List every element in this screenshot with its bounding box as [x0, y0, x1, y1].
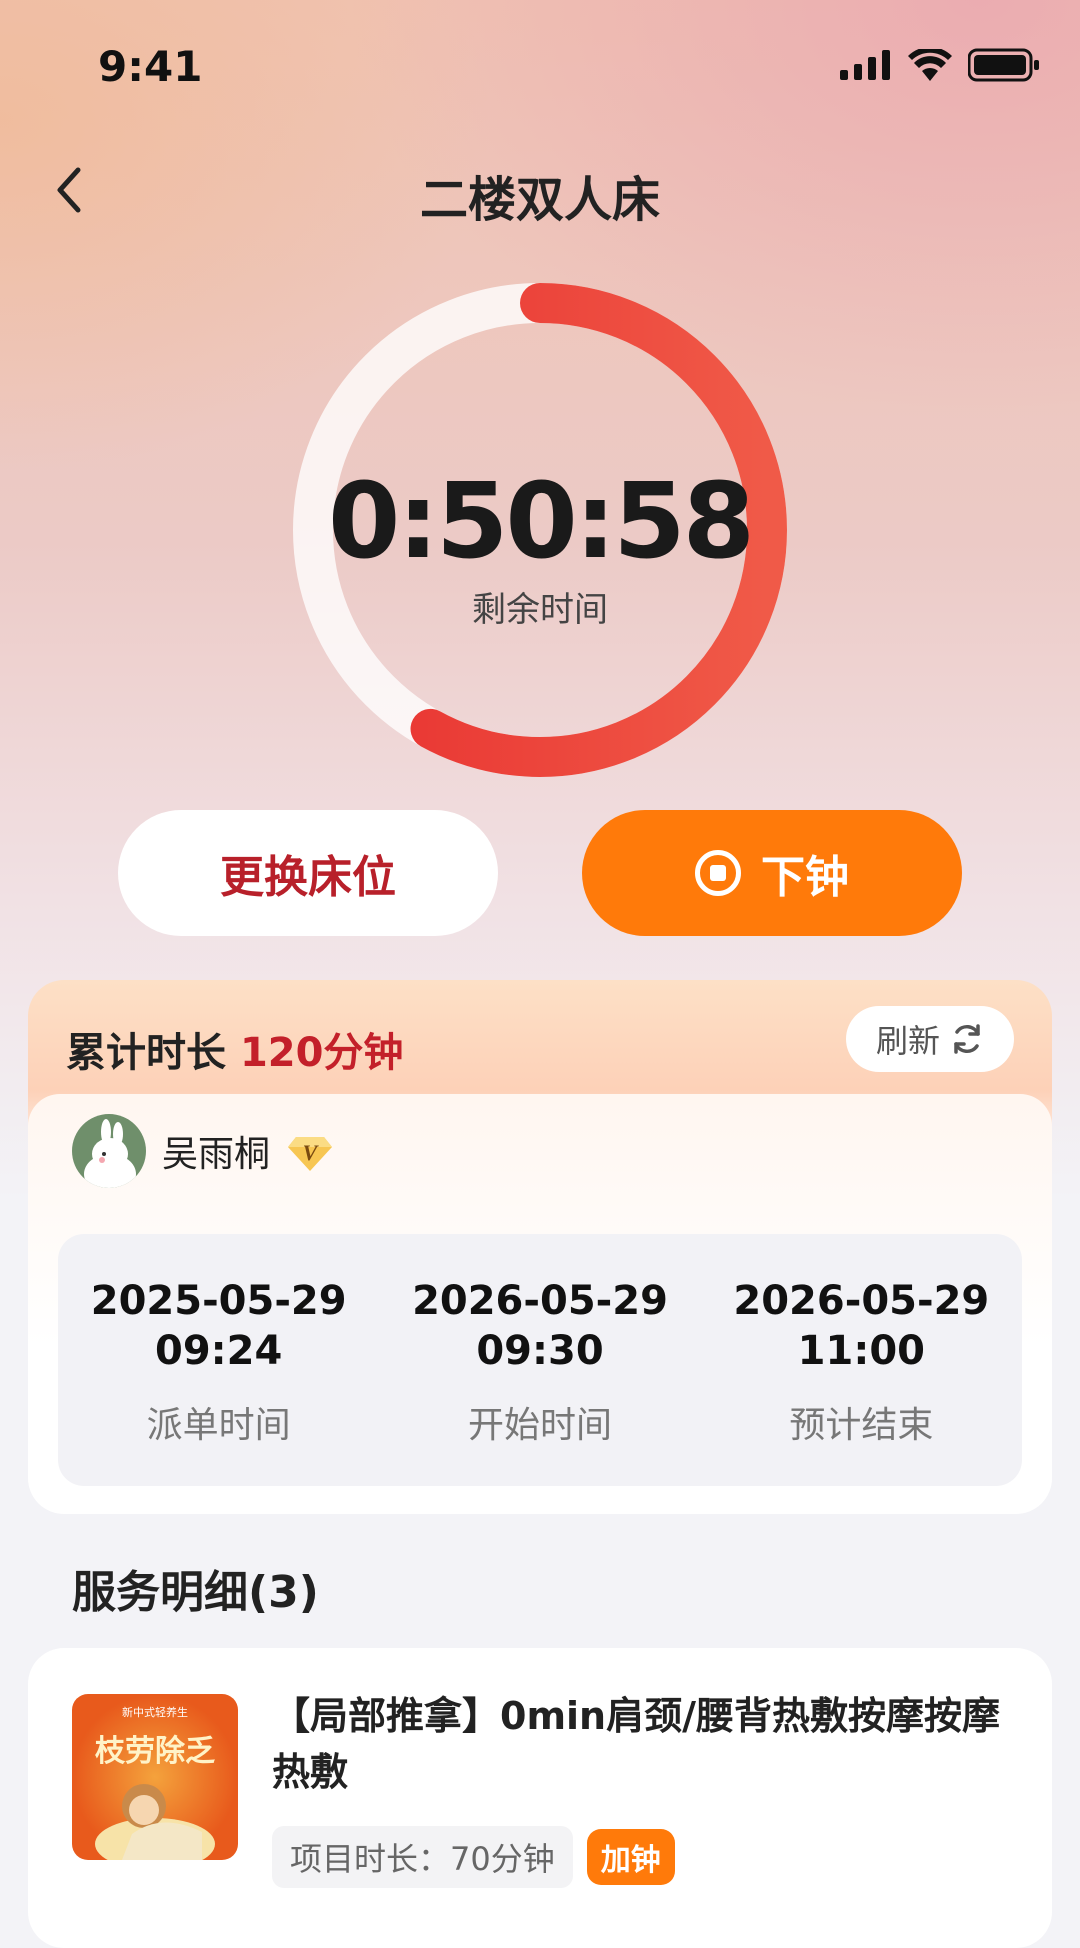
service-duration: 项目时长：70分钟	[272, 1826, 573, 1888]
customer-name: 吴雨桐	[162, 1134, 271, 1175]
change-bed-label: 更换床位	[220, 852, 396, 903]
time-dispatch: 2025-05-29 09:24 派单时间	[58, 1234, 379, 1486]
summary-body: 吴雨桐 V 2025-05-29 09:24 派单时间 2026-05-29 0…	[28, 1094, 1052, 1514]
service-thumbnail: 新中式轻养生 枝劳除乏	[72, 1694, 238, 1860]
service-meta: 项目时长：70分钟 加钟	[272, 1826, 675, 1888]
avatar	[72, 1114, 146, 1188]
time-grid: 2025-05-29 09:24 派单时间 2026-05-29 09:30 开…	[58, 1234, 1022, 1486]
time-end: 2026-05-29 11:00 预计结束	[701, 1234, 1022, 1486]
status-time: 9:41	[98, 42, 203, 91]
session-summary-card: 累计时长 120分钟 刷新 吴雨桐 V 2025-05-29 09:24 派单时…	[28, 980, 1052, 1514]
battery-icon	[968, 48, 1039, 82]
dispatch-time: 09:24	[155, 1328, 283, 1374]
service-title: 【局部推拿】0min肩颈/腰背热敷按摩按摩热敷	[272, 1694, 1000, 1794]
end-time: 11:00	[797, 1328, 925, 1374]
page-title: 二楼双人床	[419, 172, 660, 228]
status-icons	[840, 48, 1040, 82]
customer-info: 吴雨桐 V	[72, 1114, 334, 1188]
signal-icon	[840, 50, 890, 80]
stop-icon	[695, 850, 741, 896]
vip-badge-icon: V	[288, 1137, 333, 1171]
end-label: 预计结束	[789, 1405, 934, 1446]
total-duration: 累计时长 120分钟	[66, 1020, 403, 1078]
refresh-button[interactable]: 刷新	[846, 1006, 1014, 1072]
wifi-icon	[908, 49, 952, 81]
status-bar: 9:41	[0, 0, 1080, 140]
countdown-ring: 0:50:58 剩余时间	[290, 280, 790, 780]
total-duration-label: 累计时长	[66, 1030, 240, 1076]
start-time: 09:30	[476, 1328, 604, 1374]
remaining-time-value: 0:50:58	[328, 460, 755, 582]
end-service-button[interactable]: 下钟	[582, 810, 962, 936]
remaining-time-label: 剩余时间	[472, 590, 608, 630]
total-duration-value: 120分钟	[239, 1030, 404, 1076]
dispatch-label: 派单时间	[146, 1405, 291, 1446]
change-bed-button[interactable]: 更换床位	[118, 810, 498, 936]
sleeping-monkey-illustration	[95, 1784, 215, 1860]
refresh-icon	[954, 1024, 980, 1054]
summary-header: 累计时长 120分钟 刷新	[28, 980, 1052, 1100]
svg-text:V: V	[303, 1140, 320, 1165]
service-section-title: 服务明细(3)	[72, 1567, 319, 1618]
add-time-tag[interactable]: 加钟	[586, 1829, 675, 1885]
start-label: 开始时间	[467, 1405, 612, 1446]
refresh-label: 刷新	[875, 1022, 940, 1060]
time-start: 2026-05-29 09:30 开始时间	[379, 1234, 700, 1486]
start-date: 2026-05-29	[412, 1278, 668, 1324]
end-service-label: 下钟	[761, 852, 849, 903]
service-item-card[interactable]: 新中式轻养生 枝劳除乏 【局部推拿】0min肩颈/腰背热敷按摩按摩热敷 项目时长…	[28, 1648, 1052, 1948]
end-date: 2026-05-29	[733, 1278, 990, 1324]
dispatch-date: 2025-05-29	[90, 1278, 347, 1324]
